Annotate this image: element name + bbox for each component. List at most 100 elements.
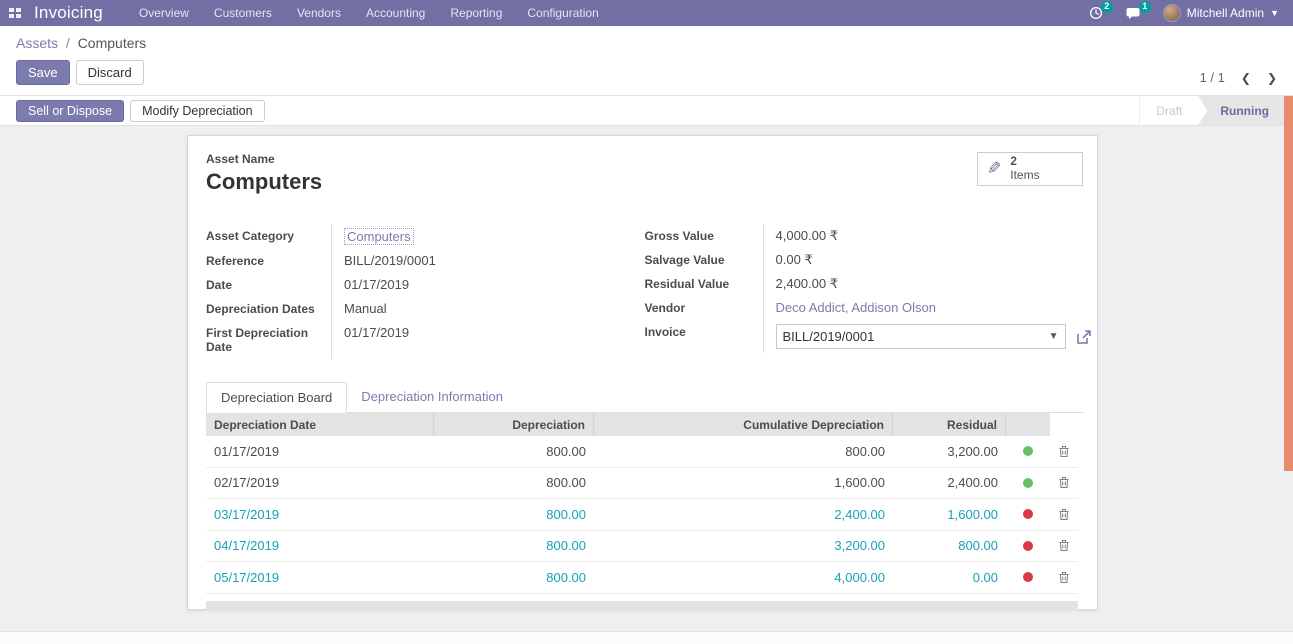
date-field[interactable]: 01/17/2019	[331, 273, 645, 297]
column-residual[interactable]: Residual	[893, 413, 1006, 436]
cell-date: 03/17/2019	[206, 507, 434, 522]
menu-vendors[interactable]: Vendors	[297, 6, 341, 20]
unposted-status-dot	[1023, 541, 1033, 551]
depreciation-dates-label: Depreciation Dates	[206, 297, 331, 321]
asset-name-field[interactable]: Computers	[206, 169, 322, 195]
salvage-value-field[interactable]: 0.00 ₹	[763, 248, 1092, 272]
column-depreciation-date[interactable]: Depreciation Date	[206, 413, 434, 436]
user-menu[interactable]: Mitchell Admin ▼	[1163, 4, 1279, 22]
column-cumulative-depreciation[interactable]: Cumulative Depreciation	[594, 413, 893, 436]
posted-status-dot	[1023, 446, 1033, 456]
state-widget: Draft Running	[1139, 96, 1293, 125]
delete-row-icon[interactable]	[1050, 539, 1078, 552]
reference-label: Reference	[206, 249, 331, 273]
cell-residual: 800.00	[893, 538, 1006, 553]
bottom-strip	[0, 631, 1293, 644]
vertical-scrollbar-thumb[interactable]	[1284, 96, 1293, 471]
table-row[interactable]: 03/17/2019 800.00 2,400.00 1,600.00	[206, 499, 1078, 531]
sell-or-dispose-button[interactable]: Sell or Dispose	[16, 100, 124, 122]
column-delete	[1050, 413, 1078, 436]
form-statusbar: Sell or Dispose Modify Depreciation Draf…	[0, 96, 1293, 126]
menu-configuration[interactable]: Configuration	[527, 6, 598, 20]
cell-date: 05/17/2019	[206, 570, 434, 585]
app-title[interactable]: Invoicing	[34, 3, 103, 23]
modify-depreciation-button[interactable]: Modify Depreciation	[130, 100, 264, 122]
tab-depreciation-information[interactable]: Depreciation Information	[347, 382, 517, 412]
table-footer-strip	[206, 601, 1078, 611]
menu-overview[interactable]: Overview	[139, 6, 189, 20]
breadcrumb-separator: /	[66, 35, 70, 51]
cell-cumulative: 2,400.00	[594, 507, 893, 522]
cell-depreciation: 800.00	[434, 444, 594, 459]
state-draft[interactable]: Draft	[1140, 96, 1198, 125]
column-status	[1006, 413, 1050, 436]
dropdown-caret-icon: ▼	[1049, 331, 1059, 342]
first-depreciation-date-label: First Depreciation Date	[206, 321, 331, 359]
cell-cumulative: 1,600.00	[594, 475, 893, 490]
menu-reporting[interactable]: Reporting	[450, 6, 502, 20]
cell-date: 04/17/2019	[206, 538, 434, 553]
external-link-icon[interactable]	[1076, 329, 1092, 345]
delete-row-icon[interactable]	[1050, 508, 1078, 521]
breadcrumb-assets-link[interactable]: Assets	[16, 35, 58, 51]
state-running[interactable]: Running	[1198, 96, 1293, 125]
invoice-label: Invoice	[645, 320, 763, 353]
tab-depreciation-board[interactable]: Depreciation Board	[206, 382, 347, 413]
cell-residual: 3,200.00	[893, 444, 1006, 459]
table-row[interactable]: 02/17/2019 800.00 1,600.00 2,400.00	[206, 468, 1078, 500]
delete-row-icon[interactable]	[1050, 571, 1078, 584]
save-button[interactable]: Save	[16, 60, 70, 85]
messages-icon[interactable]: 1	[1125, 5, 1143, 21]
content-area: Asset Name Computers ✎ 2 Items Asset Cat…	[0, 126, 1293, 631]
table-header-row: Depreciation Date Depreciation Cumulativ…	[206, 413, 1078, 436]
invoice-combobox[interactable]: BILL/2019/0001 ▼	[776, 324, 1066, 349]
table-row[interactable]: 01/17/2019 800.00 800.00 3,200.00	[206, 436, 1078, 468]
cell-date: 02/17/2019	[206, 475, 434, 490]
pager-previous-icon[interactable]: ❮	[1241, 71, 1251, 85]
apps-menu-icon[interactable]	[0, 0, 30, 26]
cell-residual: 0.00	[893, 570, 1006, 585]
field-group-left: Asset Category Computers Reference BILL/…	[206, 224, 645, 359]
cell-residual: 2,400.00	[893, 475, 1006, 490]
pager: 1 / 1 ❮ ❯	[1200, 70, 1277, 85]
field-group-right: Gross Value 4,000.00 ₹ Salvage Value 0.0…	[645, 224, 1084, 359]
cell-depreciation: 800.00	[434, 570, 594, 585]
discard-button[interactable]: Discard	[76, 60, 144, 85]
depreciation-dates-field[interactable]: Manual	[331, 297, 645, 321]
activities-icon[interactable]: 2	[1087, 5, 1105, 21]
activities-badge: 2	[1101, 1, 1113, 13]
pager-next-icon[interactable]: ❯	[1267, 71, 1277, 85]
unposted-status-dot	[1023, 572, 1033, 582]
pencil-icon: ✎	[987, 159, 1001, 179]
cell-residual: 1,600.00	[893, 507, 1006, 522]
items-label: Items	[1010, 168, 1039, 182]
control-panel: Assets / Computers Save Discard 1 / 1 ❮ …	[0, 26, 1293, 96]
date-label: Date	[206, 273, 331, 297]
cell-cumulative: 3,200.00	[594, 538, 893, 553]
breadcrumb: Assets / Computers	[16, 35, 1277, 51]
table-row[interactable]: 04/17/2019 800.00 3,200.00 800.00	[206, 531, 1078, 563]
asset-form-sheet: Asset Name Computers ✎ 2 Items Asset Cat…	[187, 135, 1098, 610]
delete-row-icon[interactable]	[1050, 445, 1078, 458]
asset-category-field[interactable]: Computers	[344, 228, 414, 245]
residual-value-field[interactable]: 2,400.00 ₹	[763, 272, 1092, 296]
pager-value: 1 / 1	[1200, 70, 1225, 85]
asset-name-label: Asset Name	[206, 152, 322, 166]
menu-accounting[interactable]: Accounting	[366, 6, 425, 20]
vendor-field[interactable]: Deco Addict, Addison Olson	[776, 300, 936, 315]
gross-value-field[interactable]: 4,000.00 ₹	[763, 224, 1092, 248]
cell-date: 01/17/2019	[206, 444, 434, 459]
cell-cumulative: 4,000.00	[594, 570, 893, 585]
menu-customers[interactable]: Customers	[214, 6, 272, 20]
invoice-value: BILL/2019/0001	[783, 329, 875, 344]
top-navbar: Invoicing Overview Customers Vendors Acc…	[0, 0, 1293, 26]
first-depreciation-date-field[interactable]: 01/17/2019	[331, 321, 645, 359]
table-row[interactable]: 05/17/2019 800.00 4,000.00 0.00	[206, 562, 1078, 594]
depreciation-table: Depreciation Date Depreciation Cumulativ…	[206, 413, 1078, 611]
reference-field[interactable]: BILL/2019/0001	[331, 249, 645, 273]
delete-row-icon[interactable]	[1050, 476, 1078, 489]
residual-value-label: Residual Value	[645, 272, 763, 296]
items-stat-button[interactable]: ✎ 2 Items	[977, 152, 1083, 186]
cell-cumulative: 800.00	[594, 444, 893, 459]
column-depreciation[interactable]: Depreciation	[434, 413, 594, 436]
